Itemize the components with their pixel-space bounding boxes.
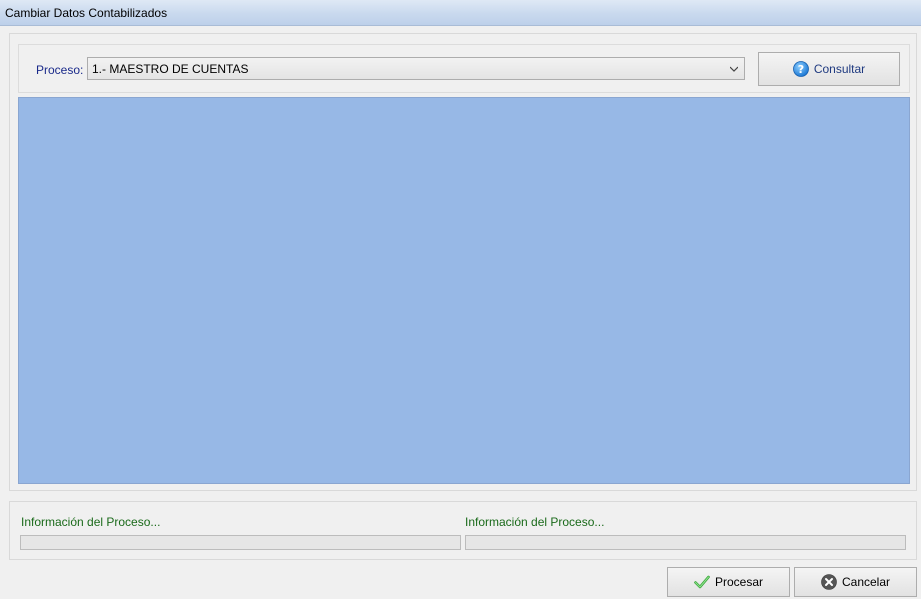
results-grid[interactable] [18, 97, 910, 484]
procesar-button[interactable]: Procesar [667, 567, 790, 597]
title-bar: Cambiar Datos Contabilizados [0, 0, 921, 26]
procesar-label: Procesar [714, 575, 764, 589]
chevron-down-icon [730, 66, 738, 72]
info-label-left: Información del Proceso... [21, 515, 161, 529]
checkmark-icon [694, 575, 710, 589]
cancelar-button[interactable]: Cancelar [794, 567, 917, 597]
info-label-right: Información del Proceso... [465, 515, 605, 529]
cancelar-label: Cancelar [841, 575, 891, 589]
progress-bar-right [465, 535, 906, 550]
help-icon: ? [792, 61, 809, 77]
cancel-icon [821, 574, 837, 590]
info-panel [9, 501, 917, 560]
proceso-selected-value: 1.- MAESTRO DE CUENTAS [92, 62, 249, 76]
proceso-select[interactable]: 1.- MAESTRO DE CUENTAS [87, 57, 745, 80]
consultar-button[interactable]: ? Consultar [758, 52, 900, 86]
consultar-label: Consultar [813, 62, 866, 76]
window-title: Cambiar Datos Contabilizados [5, 6, 168, 20]
progress-bar-left [20, 535, 461, 550]
proceso-label: Proceso: [36, 63, 84, 77]
svg-text:?: ? [798, 63, 804, 76]
